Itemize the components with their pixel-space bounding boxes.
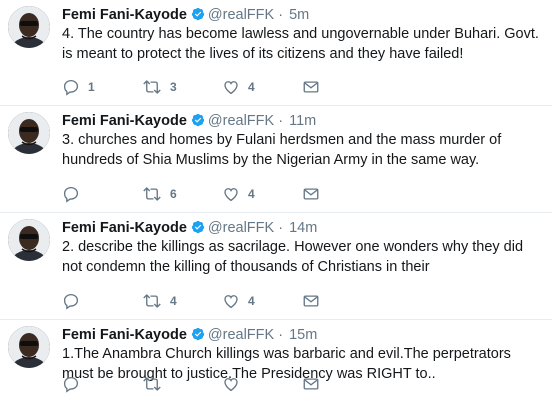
direct-message-icon bbox=[302, 185, 320, 203]
retweet-icon bbox=[142, 185, 162, 203]
reply-icon bbox=[62, 185, 80, 203]
tweet-text: 3. churches and homes by Fulani herdsmen… bbox=[62, 132, 502, 168]
reply-icon bbox=[62, 375, 80, 393]
tweet-text: 2. describe the killings as sacrilage. H… bbox=[62, 239, 524, 275]
reply-button[interactable] bbox=[62, 292, 142, 310]
action-bar: 6 4 bbox=[62, 184, 332, 204]
direct-message-icon bbox=[302, 292, 320, 310]
retweet-button[interactable] bbox=[142, 375, 222, 393]
action-bar: 1 3 4 bbox=[62, 77, 332, 97]
separator-dot: · bbox=[278, 7, 284, 23]
reply-button[interactable] bbox=[62, 185, 142, 203]
retweet-count: 4 bbox=[170, 294, 177, 308]
retweet-icon bbox=[142, 375, 162, 393]
tweet-header: Femi Fani-Kayode @realFFK · 14m bbox=[62, 219, 317, 239]
tweet-header: Femi Fani-Kayode @realFFK · 15m bbox=[62, 326, 317, 346]
display-name[interactable]: Femi Fani-Kayode bbox=[62, 327, 187, 343]
direct-message-button[interactable] bbox=[302, 78, 332, 96]
like-button[interactable]: 4 bbox=[222, 185, 302, 203]
tweet[interactable]: Femi Fani-Kayode @realFFK · 5m 4. The cou… bbox=[0, 0, 552, 106]
like-button[interactable]: 4 bbox=[222, 292, 302, 310]
timeline: Femi Fani-Kayode @realFFK · 5m 4. The cou… bbox=[0, 0, 552, 402]
display-name[interactable]: Femi Fani-Kayode bbox=[62, 7, 187, 23]
tweet-header: Femi Fani-Kayode @realFFK · 5m bbox=[62, 6, 309, 26]
tweet-text: 4. The country has become lawless and un… bbox=[62, 26, 539, 62]
handle[interactable]: @realFFK bbox=[208, 327, 274, 343]
retweet-button[interactable]: 4 bbox=[142, 292, 222, 310]
like-count: 4 bbox=[248, 187, 255, 201]
display-name[interactable]: Femi Fani-Kayode bbox=[62, 220, 187, 236]
separator-dot: · bbox=[278, 327, 284, 343]
reply-icon bbox=[62, 78, 80, 96]
tweet[interactable]: Femi Fani-Kayode @realFFK · 11m 3. church… bbox=[0, 106, 552, 213]
like-icon bbox=[222, 292, 240, 310]
timestamp[interactable]: 14m bbox=[289, 220, 317, 236]
like-button[interactable] bbox=[222, 375, 302, 393]
retweet-button[interactable]: 3 bbox=[142, 78, 222, 96]
like-count: 4 bbox=[248, 80, 255, 94]
like-icon bbox=[222, 375, 240, 393]
direct-message-icon bbox=[302, 375, 320, 393]
avatar[interactable] bbox=[8, 112, 50, 154]
reply-button[interactable] bbox=[62, 375, 142, 393]
direct-message-button[interactable] bbox=[302, 292, 332, 310]
tweet-header: Femi Fani-Kayode @realFFK · 11m bbox=[62, 112, 316, 132]
like-icon bbox=[222, 185, 240, 203]
timestamp[interactable]: 5m bbox=[289, 7, 309, 23]
retweet-count: 6 bbox=[170, 187, 177, 201]
avatar[interactable] bbox=[8, 6, 50, 48]
retweet-icon bbox=[142, 78, 162, 96]
retweet-icon bbox=[142, 292, 162, 310]
like-icon bbox=[222, 78, 240, 96]
avatar[interactable] bbox=[8, 326, 50, 368]
retweet-count: 3 bbox=[170, 80, 177, 94]
separator-dot: · bbox=[278, 113, 284, 129]
tweet[interactable]: Femi Fani-Kayode @realFFK · 14m 2. descri… bbox=[0, 213, 552, 320]
display-name[interactable]: Femi Fani-Kayode bbox=[62, 113, 187, 129]
tweet[interactable]: Femi Fani-Kayode @realFFK · 15m 1.The Ana… bbox=[0, 320, 552, 402]
handle[interactable]: @realFFK bbox=[208, 113, 274, 129]
action-bar: 4 4 bbox=[62, 291, 332, 311]
like-button[interactable]: 4 bbox=[222, 78, 302, 96]
avatar[interactable] bbox=[8, 219, 50, 261]
timestamp[interactable]: 15m bbox=[289, 327, 317, 343]
reply-count: 1 bbox=[88, 80, 95, 94]
separator-dot: · bbox=[278, 220, 284, 236]
direct-message-button[interactable] bbox=[302, 375, 332, 393]
handle[interactable]: @realFFK bbox=[208, 7, 274, 23]
like-count: 4 bbox=[248, 294, 255, 308]
action-bar bbox=[62, 374, 332, 394]
timestamp[interactable]: 11m bbox=[289, 113, 316, 129]
direct-message-icon bbox=[302, 78, 320, 96]
reply-icon bbox=[62, 292, 80, 310]
reply-button[interactable]: 1 bbox=[62, 78, 142, 96]
handle[interactable]: @realFFK bbox=[208, 220, 274, 236]
retweet-button[interactable]: 6 bbox=[142, 185, 222, 203]
direct-message-button[interactable] bbox=[302, 185, 332, 203]
